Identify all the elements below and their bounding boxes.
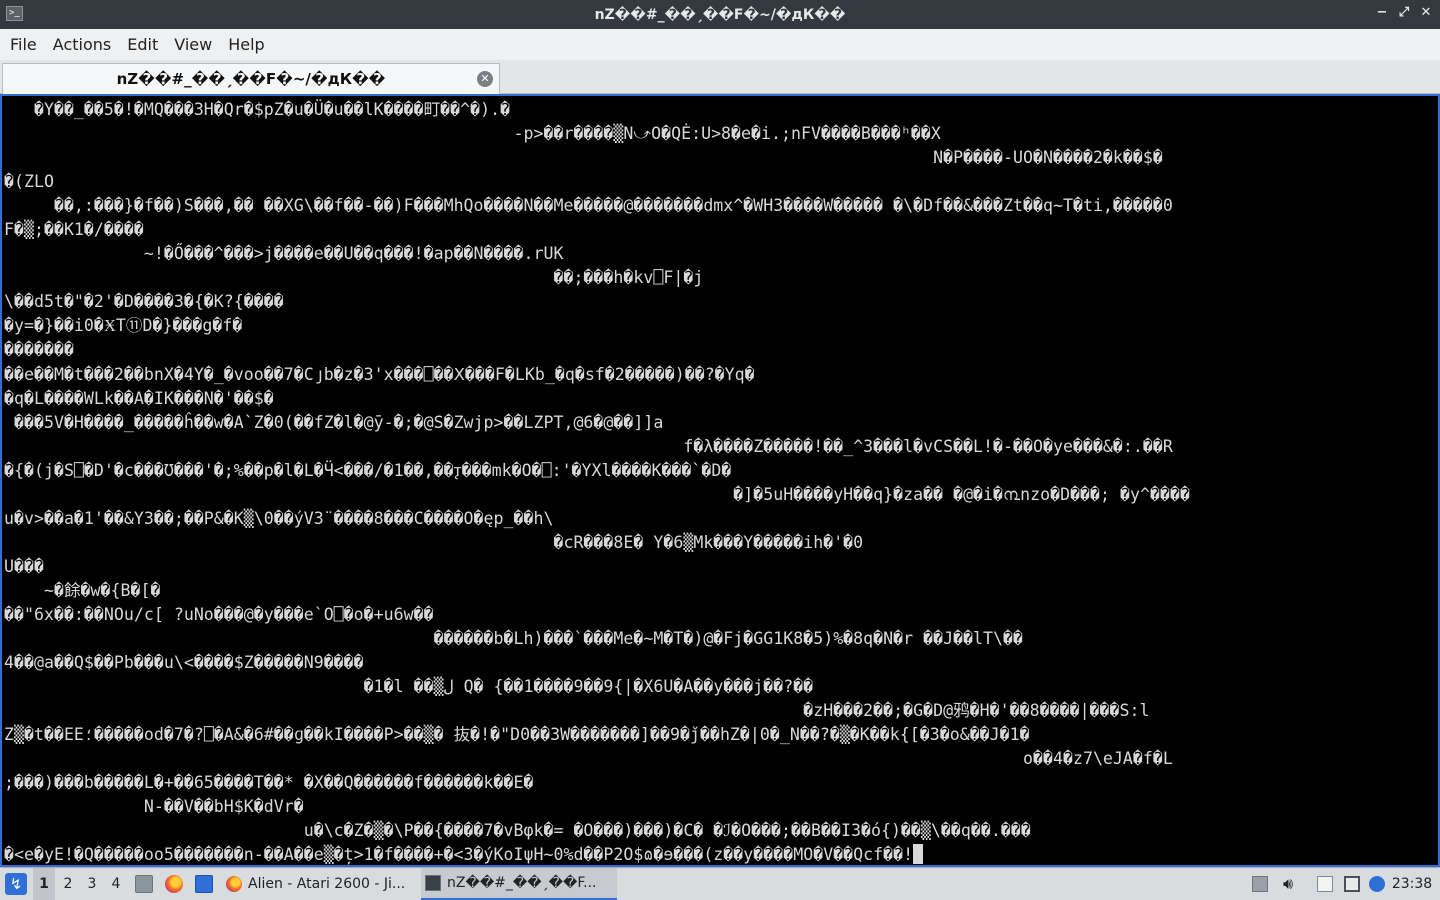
terminal-line: �Y��_��5�!�MQ���3H�Qr�$pZ�u�Ü�u��lK����町… bbox=[4, 100, 511, 119]
terminal-line: �<e�yE!�Q�����oo5�������n-��A��e▒�ț>1�f�… bbox=[4, 843, 1438, 865]
volume-icon: 🔊︎ bbox=[1282, 874, 1294, 893]
quicklaunch-desktop[interactable] bbox=[193, 868, 215, 900]
terminal-line: ��;���h�kv⎕F|�j bbox=[4, 268, 704, 288]
terminal-line: �]�5uH����yH��q}�za�� �@�i�൩nzo�D���; �y… bbox=[4, 484, 1190, 504]
menu-edit[interactable]: Edit bbox=[119, 29, 166, 60]
terminal-line: Z▒�t��EE؛�����od�7�?⎕�A&�6#��ɡ��kI����P>… bbox=[4, 725, 1030, 745]
menu-help[interactable]: Help bbox=[220, 29, 272, 60]
info-icon bbox=[1369, 876, 1385, 892]
terminal-line: -p>��r����▒N⤻O�QĖ:U>8�e�i.;nFV����B���ʰ�… bbox=[4, 124, 941, 144]
quicklaunch-file-manager[interactable] bbox=[133, 868, 155, 900]
terminal-line: �zH���2��;�G�D@鸦�H�'��8����|���S:l bbox=[4, 701, 1150, 721]
tab-terminal[interactable]: nZ��#_��ˏ��F�~/�дК�� ✕ bbox=[2, 63, 500, 94]
display-icon bbox=[1344, 876, 1360, 892]
quicklaunch-firefox[interactable] bbox=[163, 868, 185, 900]
menu-file[interactable]: File bbox=[2, 29, 45, 60]
terminal-line: ������b�Lh)���`���Me�~M�T�)@�Fj�GG1K8�5)… bbox=[4, 629, 1024, 649]
terminal-line: �(ZLO bbox=[4, 172, 54, 192]
terminal-line: N-��V��bH$K�dVr� bbox=[4, 797, 304, 817]
terminal-line: ���5V�H����_�����ĥ��w�A`Z�0(��fZ�l�@ӯ-�;… bbox=[4, 412, 664, 432]
tab-close-icon[interactable]: ✕ bbox=[477, 71, 493, 87]
terminal-line: o��4�z7\eJA�f�L bbox=[4, 749, 1173, 769]
lxqt-logo-icon: ↯ bbox=[5, 873, 27, 895]
clock[interactable]: 23:38 bbox=[1390, 868, 1434, 900]
terminal-line: f�λ����Z�����!��_^3���l�vCS��L!�-��O�ye�… bbox=[4, 436, 1173, 456]
terminal-line: u�\c�Z�▒�\P��{����7�vBφk�= �O���)���)�C�… bbox=[4, 821, 1031, 841]
tray-display[interactable] bbox=[1341, 868, 1363, 900]
task-alien-atari[interactable]: Alien - Atari 2600 - Ji... bbox=[222, 868, 418, 900]
terminal-line: ��,:���}�f��)S���,�� ��XG\��f��-��)F���M… bbox=[4, 196, 1173, 216]
clipboard-icon bbox=[1317, 876, 1333, 892]
terminal-line: U��� bbox=[4, 556, 44, 576]
terminal-line: N�P����-UO�N����2�k��$� bbox=[4, 148, 1163, 168]
menu-actions[interactable]: Actions bbox=[45, 29, 119, 60]
terminal-line: u�v>��a�1'��&Y3��;��P&�K▒\0��ýV3¨����8��… bbox=[4, 508, 554, 528]
terminal-line: ��"6x��:��NOu/c[ ?uNo���@�y���e`O⎕�o�+u6… bbox=[4, 604, 434, 624]
task-terminal[interactable]: nZ��#_��ˏ��F... bbox=[421, 868, 617, 900]
terminal-line: �cR���8E� Y�6▒Mk���Y�����ih�'�0 bbox=[4, 532, 864, 552]
firefox-icon bbox=[226, 876, 242, 892]
tab-label: nZ��#_��ˏ��F�~/�дК�� bbox=[116, 70, 386, 88]
desktop-icon bbox=[195, 875, 213, 893]
tab-bar: nZ��#_��ˏ��F�~/�дК�� ✕ bbox=[0, 60, 1440, 94]
terminal-line: �{�(j�S⎕�D'�c���Ʊ���'�;%��p�l�L�Ӵ<���/�1… bbox=[4, 460, 732, 480]
taskbar: ↯ 1 2 3 4 Alien - Atari 2600 - Ji... nZ�… bbox=[0, 867, 1440, 900]
window-titlebar[interactable]: >_ nZ��#_��ˏ��F�~/�дК�� − ⤢ ✕ bbox=[0, 0, 1440, 29]
terminal-line: ��e��M�t���2��bnX�4Y�_�voo��7�Cյb�z�3'x�… bbox=[4, 364, 755, 384]
terminal-line: �y=�}��i0�ӾT⑪D�}���g�f� bbox=[4, 316, 243, 336]
terminal-area[interactable]: �Y��_��5�!�MQ���3H�Qr�$pZ�u�Ü�u��lK����町… bbox=[0, 94, 1440, 867]
tray-info[interactable] bbox=[1366, 868, 1388, 900]
minimize-icon[interactable]: − bbox=[1374, 4, 1390, 22]
tray-clipboard[interactable] bbox=[1314, 868, 1336, 900]
workspace-4[interactable]: 4 bbox=[105, 868, 127, 900]
workspace-3[interactable]: 3 bbox=[81, 868, 103, 900]
tray-update[interactable] bbox=[1249, 868, 1271, 900]
close-icon[interactable]: ✕ bbox=[1418, 4, 1434, 22]
terminal-line: ~�餘�w�{B�[� bbox=[4, 580, 161, 600]
menu-bar: File Actions Edit View Help bbox=[0, 29, 1440, 60]
terminal-output: �Y��_��5�!�MQ���3H�Qr�$pZ�u�Ü�u��lK����町… bbox=[2, 96, 1438, 865]
terminal-line: ~!�Ő���^���>j����e��U��q���!�ap��N����.r… bbox=[4, 244, 564, 264]
task-label: nZ��#_��ˏ��F... bbox=[447, 875, 597, 891]
file-manager-icon bbox=[135, 875, 153, 893]
terminal-line: �1�l ��▒ل Q� {��1����9��9{|�X6U�A��y���j… bbox=[4, 677, 814, 697]
firefox-icon bbox=[165, 875, 183, 893]
terminal-line: F�▒;��K1�/���� bbox=[4, 220, 144, 240]
task-label: Alien - Atari 2600 - Ji... bbox=[248, 876, 406, 892]
terminal-cursor bbox=[913, 844, 924, 865]
terminal-app-icon[interactable]: >_ bbox=[6, 6, 23, 21]
terminal-line: ;���)���b�����L�+��65����T��* �X��Q�����… bbox=[4, 773, 534, 793]
terminal-line: 4��@a��Q$��Pb���u\<����$Z�����N9���� bbox=[4, 653, 364, 673]
start-menu-button[interactable]: ↯ bbox=[3, 868, 29, 900]
tray-volume[interactable]: 🔊︎ bbox=[1277, 868, 1299, 900]
terminal-icon bbox=[425, 875, 441, 891]
window-controls: − ⤢ ✕ bbox=[1374, 4, 1434, 22]
workspace-1[interactable]: 1 bbox=[33, 868, 55, 900]
menu-view[interactable]: View bbox=[166, 29, 220, 60]
maximize-icon[interactable]: ⤢ bbox=[1396, 4, 1412, 22]
update-icon bbox=[1252, 876, 1268, 892]
terminal-line: ������� bbox=[4, 340, 74, 360]
terminal-line: �q�L����WLk��A�IK���N�'��$� bbox=[4, 388, 274, 408]
terminal-line: \��d5t�"�2'�D����3�{�K?{���� bbox=[4, 292, 284, 312]
window-title: nZ��#_��ˏ��F�~/�дК�� bbox=[594, 6, 846, 23]
workspace-2[interactable]: 2 bbox=[57, 868, 79, 900]
